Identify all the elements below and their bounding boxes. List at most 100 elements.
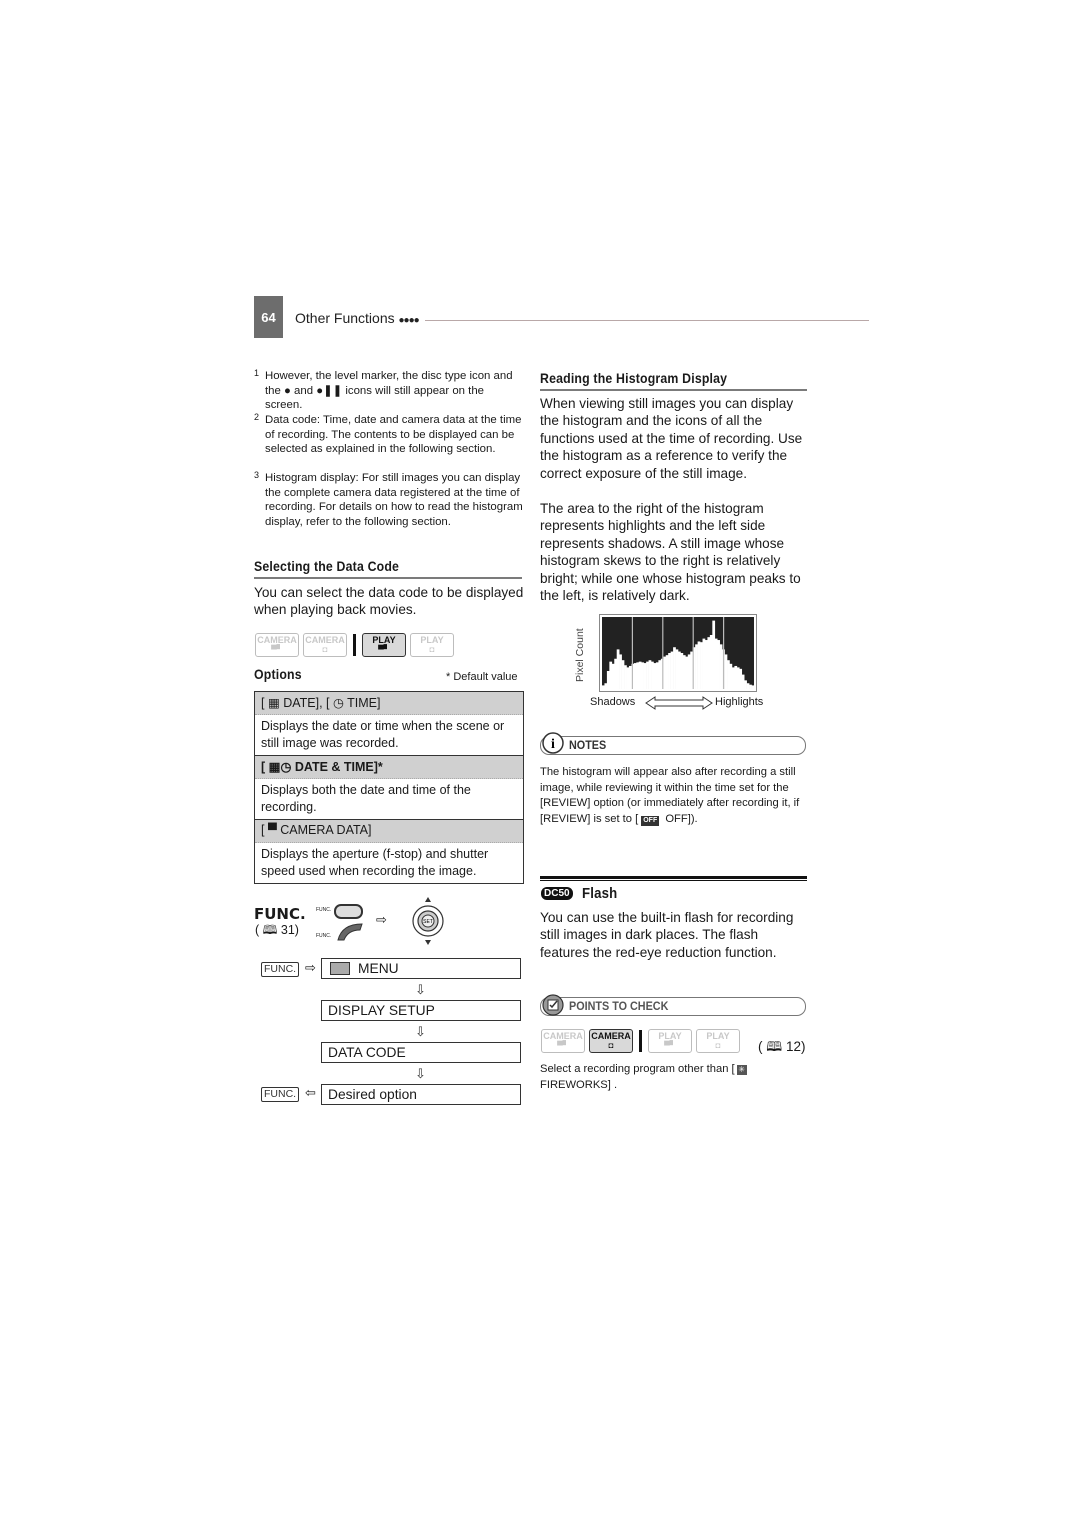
notes-text: The histogram will appear also after rec… bbox=[540, 766, 800, 826]
mode-play-movie: PLAY ▀▘ bbox=[362, 633, 406, 657]
histogram-bar bbox=[682, 655, 686, 689]
svg-text:i: i bbox=[551, 737, 555, 752]
highlights-label: Highlights bbox=[715, 696, 764, 708]
histogram-bar bbox=[643, 663, 647, 689]
func-key: FUNC. bbox=[261, 962, 300, 977]
histogram-bar bbox=[727, 660, 730, 689]
histogram-bar bbox=[744, 680, 747, 689]
histogram-bar bbox=[749, 684, 752, 689]
histogram-bar bbox=[646, 661, 649, 689]
histogram-bar bbox=[616, 649, 620, 689]
arrow-right-icon: ⇨ bbox=[376, 912, 387, 927]
footnote-text: Data code: Time, date and camera data at… bbox=[265, 414, 522, 455]
histogram-bar bbox=[628, 665, 632, 689]
histogram-bar bbox=[734, 665, 738, 689]
flash-body: You can use the built-in flash for recor… bbox=[540, 910, 794, 960]
histogram-bar bbox=[626, 667, 630, 689]
func-key: FUNC. bbox=[261, 1087, 300, 1102]
histogram-bar bbox=[700, 642, 703, 689]
histogram-bar bbox=[717, 640, 720, 689]
func-button-label: FUNC. bbox=[316, 907, 332, 913]
flow-step-desired-option: Desired option bbox=[321, 1084, 521, 1105]
shadows-label: Shadows bbox=[590, 696, 636, 708]
mode-play-movie: PLAY ▀▘ bbox=[648, 1029, 692, 1053]
footnote: 2 Data code: Time, date and camera data a… bbox=[254, 412, 524, 457]
option-name: [ ▦◷ DATE & TIME]* bbox=[255, 756, 523, 779]
arrow-down-icon: ⇩ bbox=[415, 1066, 426, 1081]
flow-step-menu: MENU bbox=[321, 958, 521, 979]
arrow-left-icon: ⇦ bbox=[305, 1085, 316, 1100]
histogram-bar bbox=[606, 671, 610, 689]
points-to-check-text: Select a recording program other than [✳… bbox=[540, 1063, 747, 1091]
arrow-down-icon: ⇩ bbox=[415, 982, 426, 997]
mode-icons: CAMERA ▀▘ CAMERA ◘ PLAY ▀▘ PLAY ◘ bbox=[255, 633, 454, 657]
histogram-bar bbox=[648, 660, 652, 689]
mode-play-still: PLAY ◘ bbox=[410, 633, 454, 657]
book-icon: 🕮 bbox=[262, 923, 278, 937]
histogram-bar bbox=[638, 661, 642, 689]
options-heading: Options bbox=[254, 666, 302, 682]
mode-camera-movie: CAMERA ▀▘ bbox=[541, 1029, 585, 1053]
page-reference: ( 🕮 31) bbox=[255, 923, 299, 937]
histogram-bar bbox=[739, 668, 743, 689]
fireworks-icon: ✳ bbox=[736, 1065, 747, 1075]
option-description: Displays both the date and time of the r… bbox=[255, 779, 523, 820]
option-description: Displays the date or time when the scene… bbox=[255, 715, 523, 756]
info-icon: i bbox=[542, 732, 564, 754]
mode-camera-still: CAMERA ◘ bbox=[589, 1029, 633, 1053]
histogram-bar bbox=[641, 662, 644, 689]
histogram-bar bbox=[702, 638, 706, 689]
histogram-bar bbox=[690, 651, 694, 689]
histogram-bar bbox=[697, 641, 701, 689]
histogram-bar bbox=[746, 683, 750, 689]
histogram-ylabel: Pixel Count bbox=[574, 628, 586, 682]
func-button-icon bbox=[334, 904, 363, 919]
section-heading: Selecting the Data Code bbox=[254, 558, 400, 574]
heading-rule bbox=[254, 577, 522, 579]
histogram-bar bbox=[678, 651, 681, 689]
histogram-bar bbox=[655, 662, 659, 689]
page-number: 64 bbox=[254, 296, 283, 338]
footnote-number: 3 bbox=[254, 470, 260, 480]
histogram-para-1: When viewing still images you can displa… bbox=[540, 396, 803, 481]
option-name: [ ▦ DATE], [ ◷ TIME] bbox=[255, 692, 523, 715]
func-button-label: FUNC. bbox=[316, 933, 332, 939]
histogram-bar bbox=[736, 667, 740, 689]
histogram-bar bbox=[707, 637, 711, 689]
histogram-bar bbox=[668, 653, 671, 689]
histogram-bar bbox=[663, 656, 667, 689]
notes-header: i NOTES bbox=[540, 732, 806, 755]
book-icon: 🕮 bbox=[766, 1039, 783, 1054]
model-badge: DC50 bbox=[541, 887, 573, 900]
off-badge: OFF bbox=[641, 815, 660, 826]
still-camera-icon: ◘ bbox=[608, 1041, 614, 1050]
histogram-bar bbox=[673, 647, 676, 689]
histogram-bar bbox=[658, 660, 662, 689]
histogram-bar bbox=[609, 661, 613, 689]
footnote: 3 Histogram display: For still images you… bbox=[254, 470, 524, 529]
joystick-set-icon: SET bbox=[412, 897, 444, 945]
footnote: 1 However, the level marker, the disc typ… bbox=[254, 368, 524, 413]
chapter-dots: ●●●● bbox=[398, 315, 420, 326]
movie-icon: ▀▘ bbox=[271, 645, 283, 654]
flow-step-display-setup: DISPLAY SETUP bbox=[321, 1000, 521, 1021]
histogram-bar bbox=[633, 663, 637, 689]
histogram-bar bbox=[712, 620, 716, 689]
histogram-para-2: The area to the right of the histogram r… bbox=[540, 501, 801, 604]
footnote-number: 2 bbox=[254, 412, 260, 422]
movie-icon: ▀▘ bbox=[557, 1041, 569, 1050]
heading-rule bbox=[540, 389, 807, 391]
histogram-bar bbox=[741, 674, 745, 689]
histogram-bar bbox=[670, 651, 674, 689]
histogram-bar bbox=[614, 658, 618, 689]
histogram-bar bbox=[653, 663, 657, 689]
default-value-note: * Default value bbox=[446, 671, 518, 683]
section-heading: Reading the Histogram Display bbox=[540, 370, 728, 386]
histogram-bar bbox=[724, 654, 728, 689]
menu-icon bbox=[330, 962, 350, 975]
mode-camera-still: CAMERA ◘ bbox=[303, 633, 347, 657]
points-to-check-header: POINTS TO CHECK bbox=[540, 994, 806, 1016]
still-camera-icon: ◘ bbox=[715, 1041, 721, 1050]
histogram-figure bbox=[599, 614, 757, 692]
footnote-text: Histogram display: For still images you … bbox=[265, 472, 523, 528]
